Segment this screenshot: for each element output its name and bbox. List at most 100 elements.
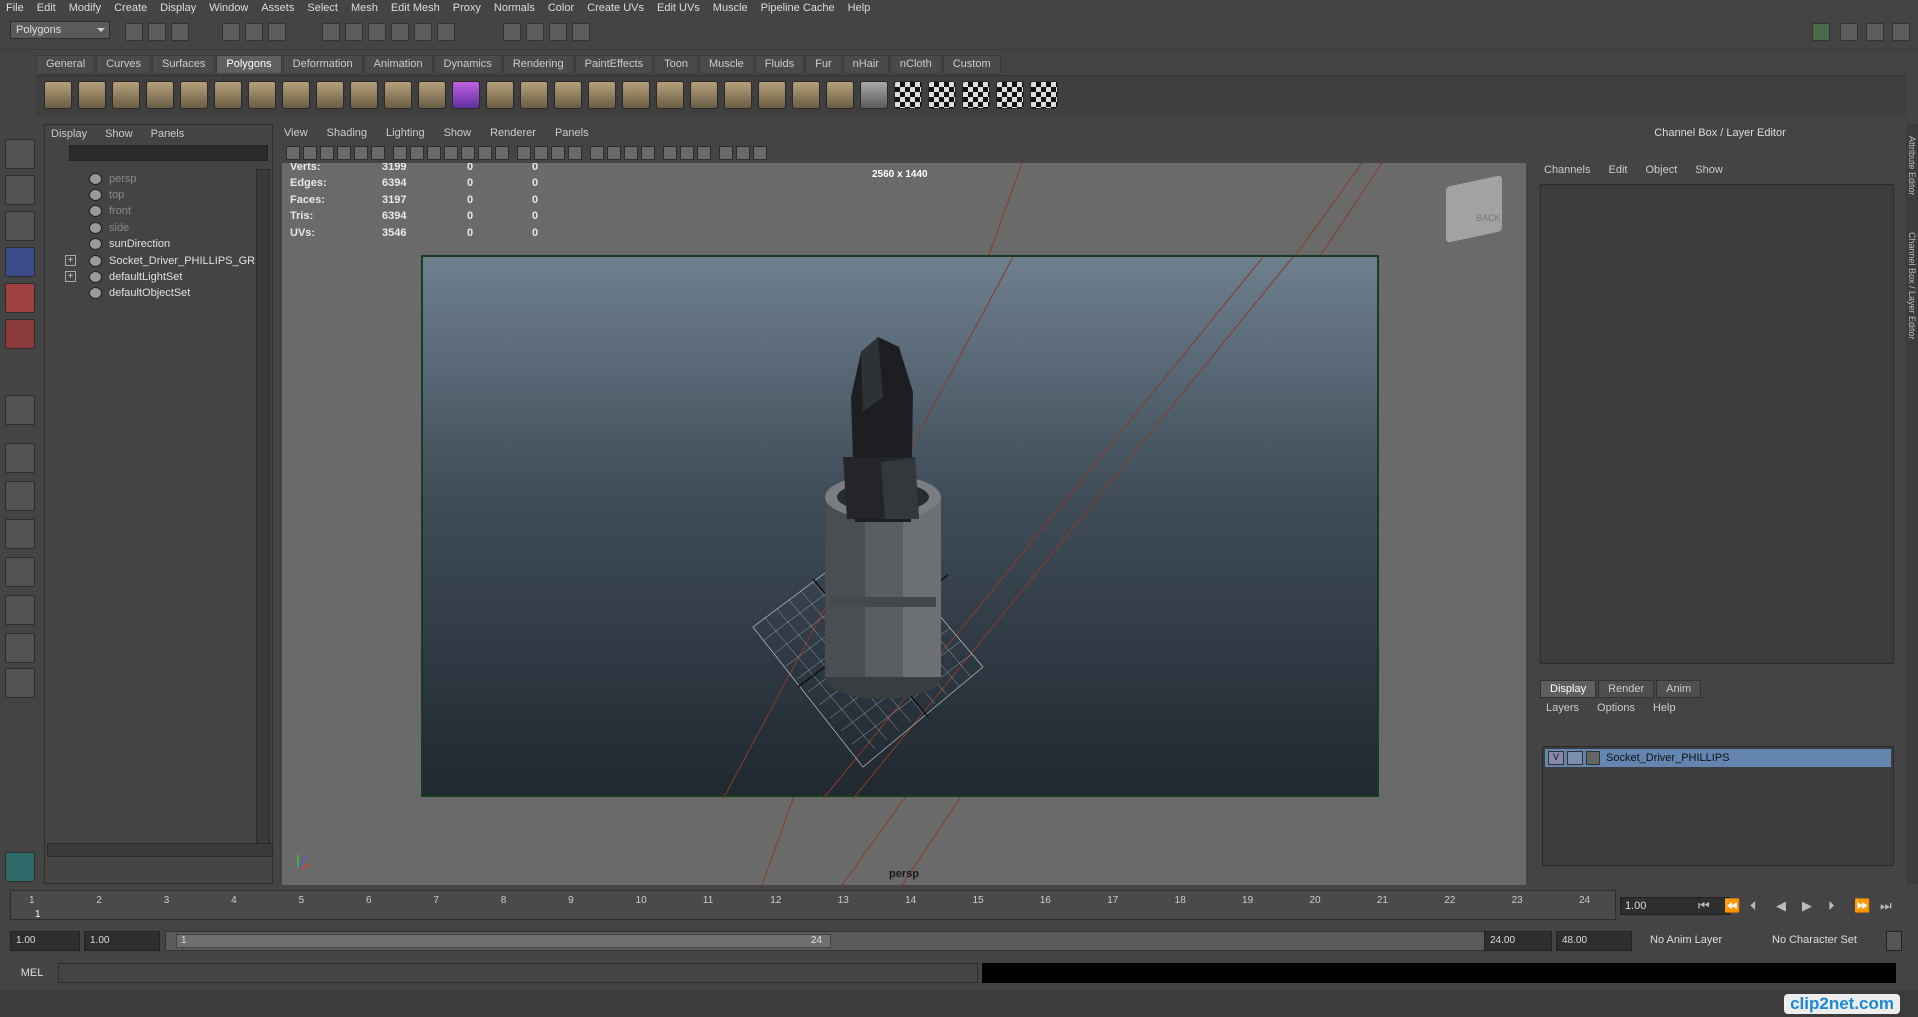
isolate-select-icon[interactable] — [697, 146, 711, 160]
menu-edit-uvs[interactable]: Edit UVs — [657, 2, 700, 14]
merge-icon[interactable] — [656, 81, 684, 109]
rotate-tool-icon[interactable] — [5, 283, 35, 313]
shelf-tab-fur[interactable]: Fur — [805, 55, 842, 73]
render-view-icon[interactable] — [503, 23, 521, 41]
last-tool-icon[interactable] — [5, 395, 35, 425]
layer-tab-display[interactable]: Display — [1540, 680, 1597, 698]
layer-row[interactable]: V Socket_Driver_PHILLIPS — [1545, 749, 1891, 767]
make-live-icon[interactable] — [414, 23, 432, 41]
menu-help[interactable]: Help — [848, 2, 871, 14]
fill-hole-icon[interactable] — [826, 81, 854, 109]
shelf-tab-dynamics[interactable]: Dynamics — [433, 55, 502, 73]
step-back-key-icon[interactable]: ⏪ — [1724, 898, 1740, 914]
select-object-icon[interactable] — [245, 23, 263, 41]
play-forwards-icon[interactable]: ▶ — [1802, 898, 1812, 914]
layer-display-type-toggle[interactable] — [1567, 751, 1583, 765]
anim-layer-dropdown[interactable]: No Anim Layer — [1646, 931, 1756, 951]
x-ray-joints-icon[interactable] — [736, 146, 750, 160]
outliner-vertical-scrollbar[interactable] — [256, 169, 270, 849]
menu-create-uvs[interactable]: Create UVs — [587, 2, 644, 14]
grid-icon[interactable] — [393, 146, 407, 160]
sculpt-geometry-icon[interactable] — [860, 81, 888, 109]
time-slider[interactable]: 1 1 2 3 4 5 6 7 8 9 10 11 12 13 14 15 16 17 18 19 20 21 22 23 2… — [10, 890, 1616, 920]
history-icon[interactable] — [437, 23, 455, 41]
poly-soccer-ball-icon[interactable] — [316, 81, 344, 109]
menu-window[interactable]: Window — [209, 2, 248, 14]
smooth-icon[interactable] — [452, 81, 480, 109]
bookmarks-icon[interactable] — [320, 146, 334, 160]
step-forward-key-icon[interactable]: ⏩ — [1854, 898, 1870, 914]
gate-mask-icon[interactable] — [444, 146, 458, 160]
shelf-tab-rendering[interactable]: Rendering — [502, 55, 574, 73]
viewport-menu-view[interactable]: View — [284, 127, 308, 139]
grease-pencil-icon[interactable] — [371, 146, 385, 160]
shelf-tab-animation[interactable]: Animation — [363, 55, 433, 73]
tool-settings-toggle-icon[interactable] — [1866, 23, 1884, 41]
anim-prefs-icon[interactable] — [1886, 931, 1902, 951]
playback-start-field[interactable]: 1.00 — [84, 931, 160, 951]
bevel-icon[interactable] — [690, 81, 718, 109]
move-tool-icon[interactable] — [5, 247, 35, 277]
snap-point-icon[interactable] — [368, 23, 386, 41]
depth-of-field-icon[interactable] — [680, 146, 694, 160]
split-polygon-icon[interactable] — [588, 81, 616, 109]
safe-action-icon[interactable] — [478, 146, 492, 160]
poly-pipe-icon[interactable] — [282, 81, 310, 109]
four-view-layout-icon[interactable] — [5, 481, 35, 511]
paint-select-tool-icon[interactable] — [5, 211, 35, 241]
expand-icon[interactable]: + — [65, 271, 76, 283]
channel-box-side-tab[interactable]: Channel Box / Layer Editor — [1907, 232, 1917, 340]
duplicate-face-icon[interactable] — [758, 81, 786, 109]
viewport-menu-panels[interactable]: Panels — [555, 127, 589, 139]
go-to-end-icon[interactable]: ⏭ — [1880, 898, 1892, 914]
textured-icon[interactable] — [568, 146, 582, 160]
smooth-shade-icon[interactable] — [534, 146, 548, 160]
insert-edge-loop-icon[interactable] — [622, 81, 650, 109]
perspective-viewport[interactable]: Verts: 3199 0 0 Edges: 6394 0 0 Faces: 3197 0 0 Tris… — [282, 163, 1526, 885]
poly-sphere-icon[interactable] — [44, 81, 72, 109]
append-polygon-icon[interactable] — [554, 81, 582, 109]
step-back-frame-icon[interactable]: ⏴ — [1750, 898, 1757, 914]
outliner-menu-display[interactable]: Display — [51, 128, 87, 140]
ipr-render-icon[interactable] — [549, 23, 567, 41]
shelf-tab-deformation[interactable]: Deformation — [282, 55, 363, 73]
menu-select[interactable]: Select — [307, 2, 338, 14]
shelf-tab-surfaces[interactable]: Surfaces — [151, 55, 216, 73]
snap-curve-icon[interactable] — [345, 23, 363, 41]
character-set-dropdown[interactable]: No Character Set — [1768, 931, 1878, 951]
poly-torus-icon[interactable] — [214, 81, 242, 109]
lasso-tool-icon[interactable] — [5, 175, 35, 205]
cylindrical-mapping-icon[interactable] — [928, 81, 956, 109]
step-forward-frame-icon[interactable]: ⏵ — [1828, 898, 1835, 914]
resolution-gate-icon[interactable] — [427, 146, 441, 160]
single-perspective-layout-icon[interactable] — [5, 443, 35, 473]
planar-mapping-icon[interactable] — [894, 81, 922, 109]
snap-view-plane-icon[interactable] — [391, 23, 409, 41]
menu-color[interactable]: Color — [548, 2, 574, 14]
channel-box-menu-object[interactable]: Object — [1645, 164, 1677, 176]
layer-menu-layers[interactable]: Layers — [1546, 702, 1579, 714]
layer-menu-options[interactable]: Options — [1597, 702, 1635, 714]
layer-tab-anim[interactable]: Anim — [1656, 680, 1702, 698]
outliner-item[interactable]: defaultObjectSet — [45, 284, 257, 303]
poly-pyramid-icon[interactable] — [248, 81, 276, 109]
shelf-tab-fluids[interactable]: Fluids — [754, 55, 805, 73]
play-backwards-icon[interactable]: ◀ — [1776, 898, 1786, 914]
spherical-mapping-icon[interactable] — [962, 81, 990, 109]
channel-box-menu-show[interactable]: Show — [1695, 164, 1723, 176]
backface-culling-icon[interactable] — [753, 146, 767, 160]
layer-tab-render[interactable]: Render — [1598, 680, 1655, 698]
start-time-field[interactable]: 1.00 — [10, 931, 80, 951]
shelf-tab-muscle[interactable]: Muscle — [698, 55, 754, 73]
layer-visibility-toggle[interactable]: V — [1548, 751, 1564, 765]
bridge-icon[interactable] — [520, 81, 548, 109]
persp-graph-hypergraph-layout-icon[interactable] — [5, 633, 35, 663]
menu-create[interactable]: Create — [114, 2, 147, 14]
menu-assets[interactable]: Assets — [261, 2, 294, 14]
expand-icon[interactable]: + — [65, 255, 76, 266]
attribute-editor-side-tab[interactable]: Attribute Editor — [1907, 136, 1917, 196]
image-plane-icon[interactable] — [337, 146, 351, 160]
select-tool-icon[interactable] — [5, 139, 35, 169]
x-ray-icon[interactable] — [719, 146, 733, 160]
menu-mesh[interactable]: Mesh — [351, 2, 378, 14]
